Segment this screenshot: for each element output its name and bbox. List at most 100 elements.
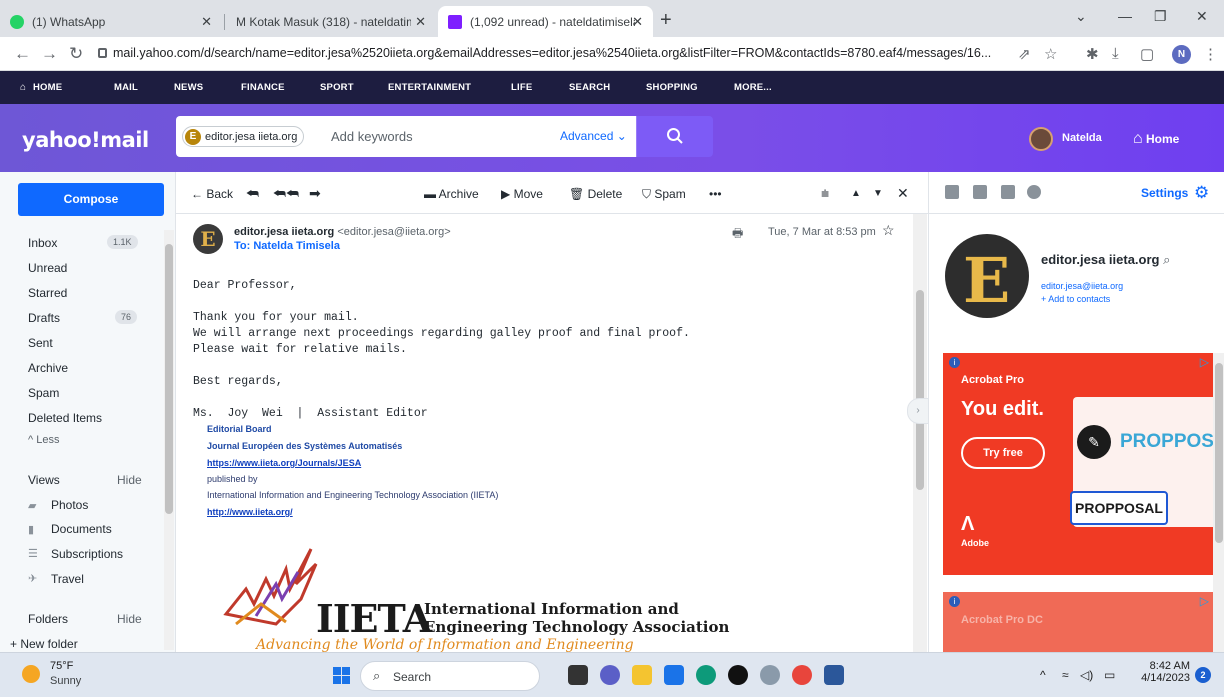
back-arrow-icon[interactable]: ←: [14, 44, 31, 64]
view-photos[interactable]: Photos: [51, 498, 88, 512]
edge-icon[interactable]: [696, 665, 716, 685]
view-travel[interactable]: Travel: [51, 572, 84, 586]
volume-icon[interactable]: ◁): [1080, 668, 1093, 682]
new-tab-button[interactable]: +: [660, 9, 672, 32]
nav-finance[interactable]: FINANCE: [241, 82, 285, 93]
nav-sport[interactable]: SPORT: [320, 82, 354, 93]
tab-yahoo-mail[interactable]: (1,092 unread) - nateldatimisela@ ✕: [438, 6, 653, 37]
notepad-icon[interactable]: [1001, 185, 1015, 199]
ad-info-icon[interactable]: i: [949, 596, 960, 607]
side-panel-icon[interactable]: ▢: [1140, 45, 1154, 63]
user-name[interactable]: Natelda: [1062, 132, 1102, 144]
folder-sent[interactable]: Sent: [28, 336, 53, 350]
reply-icon[interactable]: ⮪: [246, 185, 259, 202]
tiktok-icon[interactable]: [728, 665, 748, 685]
scrollbar-thumb[interactable]: [165, 244, 173, 514]
tray-overflow-icon[interactable]: ^: [1040, 668, 1046, 682]
kebab-menu-icon[interactable]: ⋮: [1203, 45, 1218, 63]
battery-icon[interactable]: ▭: [1104, 668, 1115, 682]
add-to-contacts-link[interactable]: + Add to contacts: [1041, 294, 1110, 304]
nav-entertainment[interactable]: ENTERTAINMENT: [388, 82, 471, 93]
spam-button[interactable]: ⛉ Spam: [642, 187, 686, 202]
nav-home[interactable]: HOME: [33, 82, 62, 93]
tab-gmail[interactable]: M Kotak Masuk (318) - nateldatimis ✕: [226, 6, 436, 37]
chrome-icon[interactable]: [792, 665, 812, 685]
weather-temp[interactable]: 75°F: [50, 660, 73, 672]
notification-badge[interactable]: 2: [1195, 667, 1211, 683]
print-icon[interactable]: 🖶: [732, 224, 743, 245]
delete-button[interactable]: 🗑 Delete: [569, 187, 622, 201]
nav-more[interactable]: MORE...: [734, 82, 772, 93]
chat-icon[interactable]: [600, 665, 620, 685]
view-documents[interactable]: Documents: [51, 522, 112, 536]
url-field[interactable]: mail.yahoo.com/d/search/name=editor.jesa…: [113, 46, 1008, 60]
reload-icon[interactable]: ↻: [69, 44, 83, 64]
user-avatar[interactable]: [1029, 127, 1053, 151]
sender-name[interactable]: editor.jesa iieta.org: [234, 226, 334, 238]
tab-search-icon[interactable]: ⌄: [1075, 8, 1087, 25]
close-tab-icon[interactable]: ✕: [415, 14, 426, 30]
star-icon[interactable]: ☆: [882, 222, 895, 239]
ad-choices-icon[interactable]: ▷: [1200, 355, 1209, 369]
nav-life[interactable]: LIFE: [511, 82, 532, 93]
file-explorer-icon[interactable]: [632, 665, 652, 685]
nav-shopping[interactable]: SHOPPING: [646, 82, 698, 93]
contacts-icon[interactable]: [945, 185, 959, 199]
search-input[interactable]: Add keywords: [331, 129, 413, 144]
help-icon[interactable]: [1027, 185, 1041, 199]
minimize-button[interactable]: —: [1118, 8, 1132, 24]
close-tab-icon[interactable]: ✕: [201, 14, 212, 30]
yahoo-mail-logo[interactable]: yahoo!mail: [22, 128, 149, 152]
search-icon[interactable]: ⌕: [1163, 252, 1170, 267]
compose-button[interactable]: Compose: [18, 183, 164, 216]
search-button[interactable]: [636, 116, 713, 157]
restore-button[interactable]: ❐: [1154, 8, 1167, 25]
scrollbar-thumb[interactable]: [916, 290, 924, 490]
signature-journal-link[interactable]: https://www.iieta.org/Journals/JESA: [207, 458, 361, 468]
forward-icon[interactable]: ➡: [309, 185, 321, 202]
task-view-icon[interactable]: [568, 665, 588, 685]
bookmark-star-icon[interactable]: ☆: [1044, 45, 1057, 63]
reply-all-icon[interactable]: ⮪⮪: [273, 185, 299, 202]
system-clock[interactable]: 8:42 AM 4/14/2023: [1138, 660, 1190, 684]
settings-link[interactable]: Settings: [1141, 186, 1188, 200]
folder-drafts[interactable]: Drafts: [28, 311, 60, 325]
ad-choices-icon[interactable]: ▷: [1200, 594, 1209, 608]
next-message-icon[interactable]: ▼: [873, 188, 883, 199]
folder-archive[interactable]: Archive: [28, 361, 68, 375]
extensions-icon[interactable]: ✱: [1086, 45, 1099, 63]
weather-condition[interactable]: Sunny: [50, 675, 81, 687]
share-icon[interactable]: ⇗: [1018, 45, 1031, 63]
message-scrollbar[interactable]: [913, 214, 927, 652]
views-hide-button[interactable]: Hide: [117, 473, 142, 487]
ad-info-icon[interactable]: i: [949, 357, 960, 368]
advertisement-acrobat[interactable]: i ▷ Acrobat Pro You edit. Try free ✎ PRO…: [943, 353, 1213, 575]
taskbar-search[interactable]: ⌕ Search: [360, 661, 540, 691]
folder-starred[interactable]: Starred: [28, 286, 67, 300]
close-tab-icon[interactable]: ✕: [632, 14, 643, 30]
profile-avatar[interactable]: N: [1172, 45, 1191, 64]
nav-search[interactable]: SEARCH: [569, 82, 610, 93]
collapse-icon[interactable]: ⩧: [821, 185, 829, 202]
download-icon[interactable]: ⤓: [1112, 45, 1119, 62]
advertisement-acrobat-2[interactable]: i ▷ Acrobat Pro DC: [943, 592, 1213, 652]
close-window-button[interactable]: ✕: [1196, 8, 1208, 25]
previous-message-icon[interactable]: ▲: [851, 188, 861, 199]
move-button[interactable]: ▶ Move: [501, 187, 543, 201]
new-folder-button[interactable]: + New folder: [10, 637, 78, 651]
close-message-icon[interactable]: ✕: [897, 185, 909, 202]
folders-hide-button[interactable]: Hide: [117, 612, 142, 626]
contact-email[interactable]: editor.jesa@iieta.org: [1041, 281, 1123, 291]
settings-icon[interactable]: [760, 665, 780, 685]
folder-inbox[interactable]: Inbox: [28, 236, 57, 250]
folder-unread[interactable]: Unread: [28, 261, 67, 275]
forward-arrow-icon[interactable]: →: [41, 44, 58, 64]
nav-mail[interactable]: MAIL: [114, 82, 138, 93]
back-button[interactable]: ← Back: [191, 187, 233, 201]
less-toggle[interactable]: ^ Less: [28, 434, 59, 446]
sender-avatar[interactable]: E: [193, 224, 223, 254]
windows-start-icon[interactable]: [333, 667, 350, 684]
archive-button[interactable]: ▬ Archive: [424, 187, 479, 201]
folder-deleted-items[interactable]: Deleted Items: [28, 411, 102, 425]
more-actions-button[interactable]: •••: [709, 187, 722, 201]
